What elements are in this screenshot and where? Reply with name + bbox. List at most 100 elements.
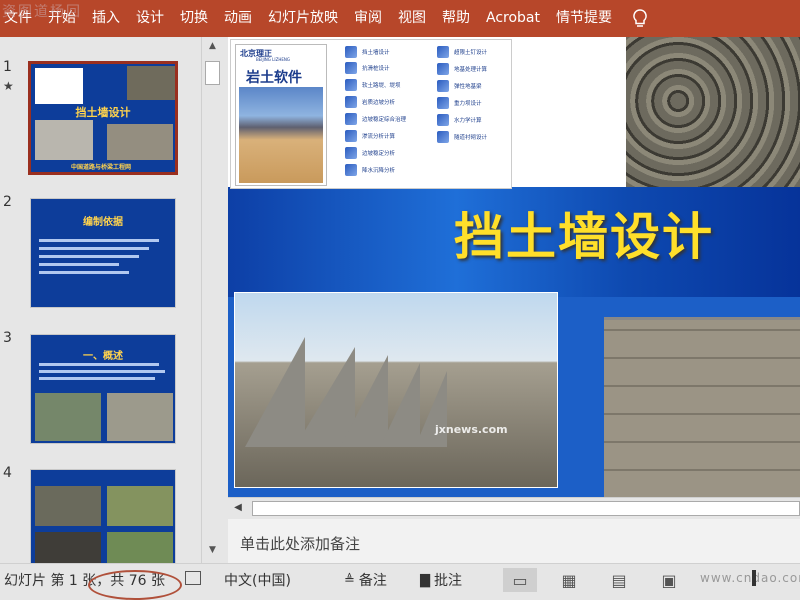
scroll-down-icon[interactable]: ▼ (206, 545, 219, 557)
tab-review[interactable]: 审阅 (346, 0, 390, 37)
thumb-photo (127, 66, 175, 100)
thumb-photo (107, 393, 173, 441)
feature-item: 软土路堤、堤坝 (345, 79, 401, 91)
thumb-text-line (39, 255, 139, 258)
slide-title[interactable]: 挡土墙设计 (454, 197, 714, 269)
thumb-photo (35, 120, 93, 160)
slide-horizontal-scrollbar[interactable]: ◀ (228, 497, 800, 519)
feature-item: 挡土墙设计 (345, 46, 390, 58)
notes-label: 备注 (358, 573, 387, 589)
thumb-text-line (39, 239, 159, 242)
tab-view[interactable]: 视图 (390, 0, 434, 37)
thumb-footer: 中国道路与桥梁工程网 (71, 164, 132, 171)
thumb-text-line (39, 247, 149, 250)
feature-icon (345, 96, 357, 108)
watermark-bottom: www.cndao.com (700, 571, 800, 585)
feature-item: 岩质边坡分析 (345, 96, 395, 108)
slide-canvas[interactable]: 北京理正 BEIJING LIZHENG 岩土软件 挡土墙设计 抗滑桩设计 软土… (228, 37, 800, 497)
feature-item: 弹性地基梁 (437, 80, 482, 92)
scrollbar-thumb[interactable] (252, 501, 800, 516)
comments-label: 批注 (434, 573, 462, 589)
thumb-photo (107, 124, 173, 160)
feature-icon (345, 130, 357, 142)
thumb-text-line (39, 377, 155, 380)
thumb-number: 2 (3, 194, 12, 210)
feature-icon (437, 80, 449, 92)
notes-button[interactable]: ≜ 备注 (344, 570, 387, 590)
highlight-oval (88, 570, 182, 600)
photo-watermark: jxnews.com (435, 423, 508, 436)
normal-view-icon[interactable]: ▭ (503, 568, 537, 592)
reading-view-icon[interactable]: ▤ (602, 568, 636, 592)
tab-acrobat[interactable]: Acrobat (478, 0, 548, 37)
scrollbar-thumb[interactable] (205, 61, 220, 85)
feature-icon (345, 46, 357, 58)
zoom-slider-thumb[interactable] (752, 570, 756, 586)
thumbnail-slide-3[interactable]: 一、概述 (30, 334, 176, 444)
buttress-shape (380, 363, 420, 447)
thumb-text-line (39, 263, 119, 266)
tab-storyboard[interactable]: 情节提要 (548, 0, 620, 37)
feature-icon (345, 147, 357, 159)
tab-help[interactable]: 帮助 (434, 0, 478, 37)
feature-icon (345, 113, 357, 125)
thumb-photo (35, 393, 101, 441)
feature-item: 渗流分析计算 (345, 130, 395, 142)
animation-star-icon: ★ (3, 79, 14, 93)
tab-transitions[interactable]: 切换 (172, 0, 216, 37)
thumb-text-line (39, 271, 129, 274)
tab-animations[interactable]: 动画 (216, 0, 260, 37)
notes-pane[interactable]: 单击此处添加备注 (228, 519, 800, 563)
ribbon-tab-bar: 文件 开始 插入 设计 切换 动画 幻灯片放映 审阅 视图 帮助 Acrobat… (0, 0, 800, 37)
thumb-text-line (39, 363, 159, 366)
language-indicator[interactable]: 中文(中国) (224, 570, 291, 590)
buttress-wall-photo: jxnews.com (234, 292, 558, 488)
feature-item: 超限土钉设计 (437, 46, 487, 58)
tab-slideshow[interactable]: 幻灯片放映 (260, 0, 346, 37)
feature-icon (437, 46, 449, 58)
comment-icon: ▇ (420, 572, 430, 588)
thumb-photo (107, 486, 173, 526)
thumb-title: 一、概述 (83, 351, 123, 362)
scroll-up-icon[interactable]: ▲ (206, 41, 219, 53)
thumb-number: 1 (3, 59, 12, 75)
feature-item: 水力学计算 (437, 114, 482, 126)
feature-icon (437, 131, 449, 143)
thumbnail-slide-1[interactable]: 挡土墙设计 中国道路与桥梁工程网 (28, 61, 178, 175)
thumbnail-pane: 1 ★ 挡土墙设计 中国道路与桥梁工程网 2 编制依据 3 一、概述 4 (0, 37, 200, 579)
feature-icon (437, 114, 449, 126)
block-wall-photo (604, 317, 800, 497)
watermark-top: 资图道杨回 (2, 4, 82, 20)
tab-insert[interactable]: 插入 (84, 0, 128, 37)
thumbnail-scrollbar[interactable]: ▲ ▼ (201, 37, 222, 563)
cover-logo-sub: BEIJING LIZHENG (256, 57, 290, 62)
thumb-title: 编制依据 (83, 217, 123, 228)
feature-icon (437, 97, 449, 109)
notes-placeholder: 单击此处添加备注 (240, 535, 361, 553)
thumb-text-line (39, 370, 165, 373)
thumbnail-slide-2[interactable]: 编制依据 (30, 198, 176, 308)
feature-icon (345, 79, 357, 91)
lightbulb-icon[interactable] (630, 8, 650, 30)
accessibility-check-icon[interactable] (185, 571, 201, 585)
slide-sorter-icon[interactable]: ▦ (552, 568, 586, 592)
feature-icon (437, 63, 449, 75)
cover-product-name: 岩土软件 (246, 70, 302, 86)
status-bar: 幻灯片 第 1 张，共 76 张 中文(中国) ≜ 备注 ▇ 批注 ▭ ▦ ▤ … (0, 563, 800, 600)
feature-item: 边坡稳定分析 (345, 147, 395, 159)
feature-item: 地基处理计算 (437, 63, 487, 75)
slideshow-icon[interactable]: ▣ (652, 568, 686, 592)
feature-item: 降水沉降分析 (345, 164, 395, 176)
notes-icon: ≜ (344, 572, 355, 588)
feature-item: 重力坝设计 (437, 97, 482, 109)
thumb-number: 3 (3, 330, 12, 346)
cover-landscape-image (239, 87, 323, 183)
feature-item: 隧道衬砌设计 (437, 131, 487, 143)
comments-button[interactable]: ▇ 批注 (420, 570, 462, 590)
feature-item: 抗滑桩设计 (345, 62, 390, 74)
thumb-photo (35, 486, 101, 526)
scroll-left-icon[interactable]: ◀ (231, 502, 245, 516)
stone-wall-photo (626, 37, 800, 197)
thumb-inset (35, 68, 83, 104)
tab-design[interactable]: 设计 (128, 0, 172, 37)
